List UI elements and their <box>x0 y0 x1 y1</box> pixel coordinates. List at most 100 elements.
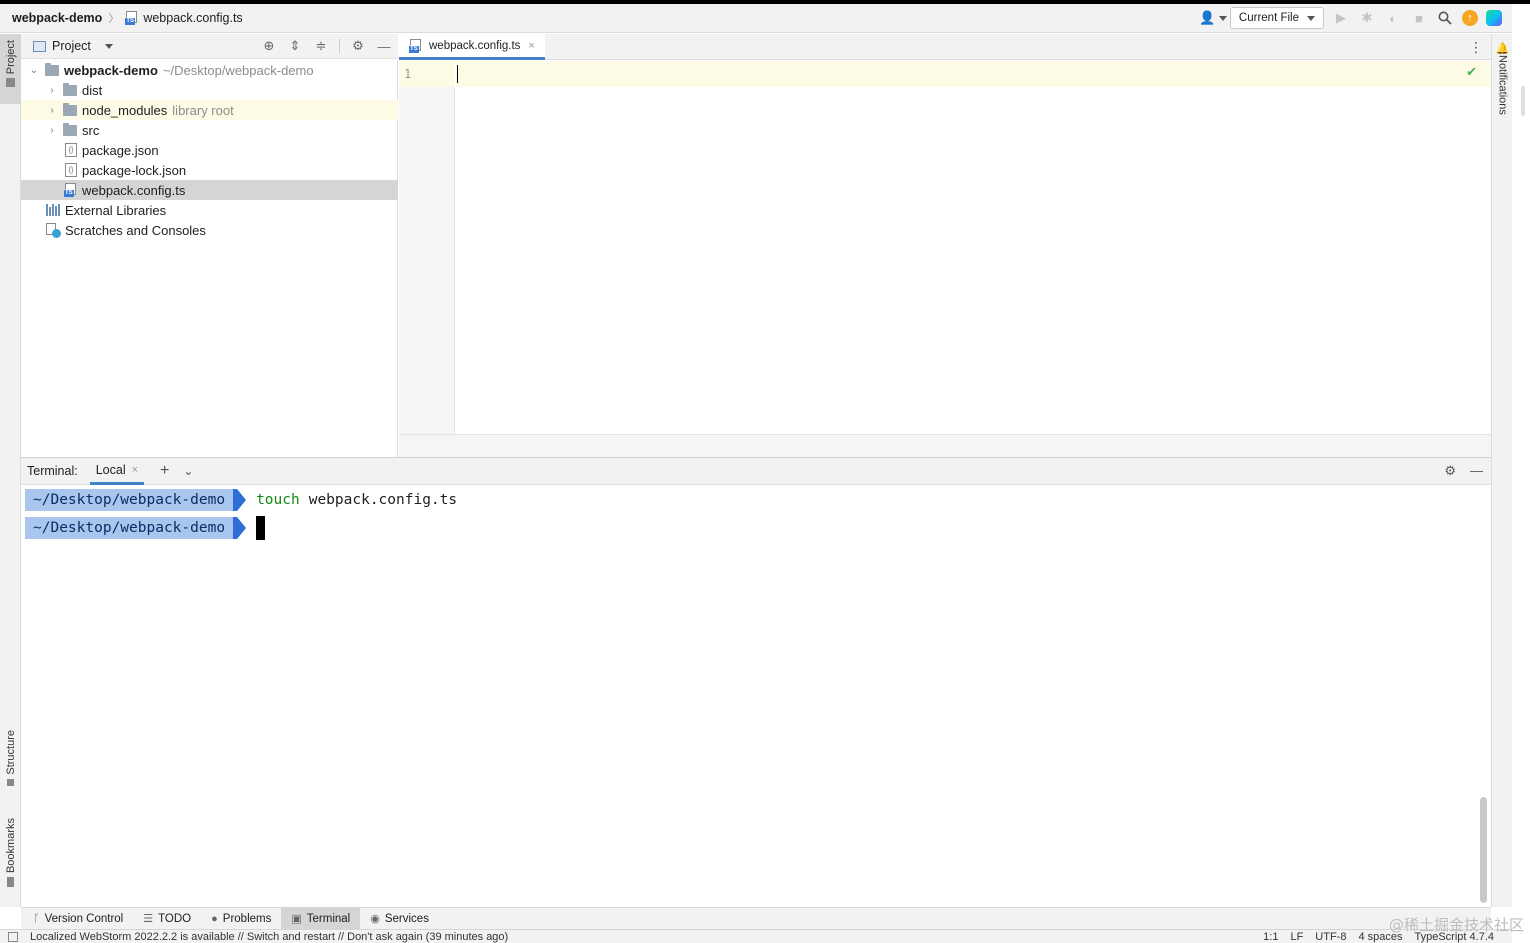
stop-icon[interactable]: ■ <box>1410 9 1428 27</box>
terminal-tools: ⚙ — <box>1444 463 1483 479</box>
outer-scrollbar <box>1521 86 1525 116</box>
tree-item-label: webpack-demo <box>64 62 158 78</box>
project-panel-header: Project ⊕ ⇕ ≑ ⚙ — <box>21 34 398 59</box>
user-icon[interactable]: 👤 <box>1199 9 1227 27</box>
hide-panel-icon[interactable]: — <box>1470 463 1483 479</box>
breadcrumb-file[interactable]: TS webpack.config.ts <box>125 11 243 25</box>
run-configuration-select[interactable]: Current File <box>1229 7 1324 29</box>
text-caret <box>457 65 458 83</box>
gear-icon[interactable]: ⚙ <box>350 38 366 54</box>
line-separator[interactable]: LF <box>1290 931 1303 943</box>
search-icon[interactable] <box>1436 9 1454 27</box>
folder-icon <box>63 102 77 116</box>
services-icon: ◉ <box>370 913 380 925</box>
tree-item-scratches[interactable]: Scratches and Consoles <box>21 220 398 240</box>
structure-tool-tab[interactable]: Structure <box>0 730 21 802</box>
tree-item-label: src <box>82 122 100 138</box>
tree-item-webpack-config[interactable]: TS webpack.config.ts <box>21 180 398 200</box>
folder-icon <box>63 122 77 136</box>
list-icon: ☰ <box>143 913 154 925</box>
project-tool-tab[interactable]: Project <box>0 34 21 104</box>
code-editor[interactable]: ✔ <box>456 61 1491 434</box>
tab-problems[interactable]: ● Problems <box>201 908 281 929</box>
project-tree: ⌄ webpack-demo ~/Desktop/webpack-demo › … <box>21 60 398 457</box>
right-tool-strip: 🔔 Notifications <box>1491 34 1512 907</box>
hide-panel-icon[interactable]: — <box>376 38 392 54</box>
chevron-down-icon[interactable]: ⌄ <box>183 464 193 478</box>
tree-item-package-json[interactable]: {} package.json <box>21 140 398 160</box>
notifications-tool-tab[interactable]: 🔔 Notifications <box>1492 42 1513 132</box>
run-icon[interactable]: ▶ <box>1332 9 1350 27</box>
toolbar-right: 👤 Current File ▶ ✱ ◐ ■ ↑ <box>1199 7 1502 29</box>
bell-icon: 🔔 <box>1495 43 1510 55</box>
tab-version-control[interactable]: ᚴ Version Control <box>23 908 133 929</box>
new-terminal-icon[interactable]: + <box>160 462 169 480</box>
tree-item-label: node_modules <box>82 102 168 118</box>
project-view-select[interactable]: Project <box>33 39 113 53</box>
info-icon: ● <box>211 912 218 925</box>
terminal-cursor <box>256 516 266 540</box>
tree-item-dist[interactable]: › dist <box>21 80 398 100</box>
tree-item-label: Scratches and Consoles <box>65 222 206 238</box>
tab-terminal[interactable]: ▣ Terminal <box>281 908 361 929</box>
locate-icon[interactable]: ⊕ <box>261 38 277 54</box>
update-icon[interactable]: ↑ <box>1462 10 1478 26</box>
collapse-all-icon[interactable]: ≑ <box>313 38 329 54</box>
folder-icon <box>6 78 15 88</box>
expand-all-icon[interactable]: ⇕ <box>287 38 303 54</box>
chevron-down-icon[interactable]: ⌄ <box>29 65 39 76</box>
status-bar: Localized WebStorm 2022.2.2 is available… <box>0 929 1512 943</box>
project-tool-tab-label: Project <box>4 40 17 75</box>
coverage-icon[interactable]: ◐ <box>1384 9 1402 27</box>
bookmarks-tool-tab-label: Bookmarks <box>4 818 17 874</box>
gear-icon[interactable]: ⚙ <box>1444 463 1456 479</box>
chevron-right-icon[interactable]: › <box>47 85 57 96</box>
tab-todo[interactable]: ☰ TODO <box>133 908 201 929</box>
editor-tab-webpack-config[interactable]: TS webpack.config.ts × <box>399 34 545 60</box>
typescript-file-icon: TS <box>125 11 139 25</box>
tab-services[interactable]: ◉ Services <box>360 908 439 929</box>
tree-item-external-libraries[interactable]: External Libraries <box>21 200 398 220</box>
line-number: 1 <box>399 61 455 87</box>
chevron-right-icon[interactable]: › <box>47 125 57 136</box>
jetbrains-logo-icon[interactable] <box>1486 10 1502 26</box>
tab-label: Terminal <box>306 912 351 925</box>
typescript-file-icon: TS <box>409 38 423 53</box>
navigation-bar: webpack-demo 〉 TS webpack.config.ts 👤 Cu… <box>0 4 1512 33</box>
tree-item-node-modules[interactable]: › node_modules library root <box>21 100 398 120</box>
terminal-prompt: ~/Desktop/webpack-demo <box>25 517 234 539</box>
prompt-arrow-icon <box>237 489 247 511</box>
tree-item-package-lock-json[interactable]: {} package-lock.json <box>21 160 398 180</box>
project-view-icon <box>33 40 46 52</box>
structure-icon <box>7 778 14 786</box>
structure-tool-tab-label: Structure <box>4 730 17 775</box>
status-toggle-icon[interactable] <box>8 932 18 942</box>
chevron-down-icon <box>104 43 113 49</box>
terminal-command-args: webpack.config.ts <box>308 492 458 508</box>
terminal-scrollbar[interactable] <box>1480 797 1487 903</box>
caret-position[interactable]: 1:1 <box>1263 931 1278 943</box>
branch-icon: ᚴ <box>33 912 40 925</box>
checkmark-icon: ✔ <box>1466 64 1477 79</box>
tree-item-src[interactable]: › src <box>21 120 398 140</box>
debug-icon[interactable]: ✱ <box>1358 9 1376 27</box>
tab-label: TODO <box>158 912 192 925</box>
chevron-down-icon <box>1307 15 1315 21</box>
terminal-output[interactable]: ~/Desktop/webpack-demo touch webpack.con… <box>21 486 1491 907</box>
more-options-icon[interactable]: ⋮ <box>1469 39 1483 56</box>
breadcrumb-project[interactable]: webpack-demo <box>12 11 102 25</box>
close-icon[interactable]: × <box>528 40 534 52</box>
tree-item-hint: ~/Desktop/webpack-demo <box>162 62 314 78</box>
terminal-line: ~/Desktop/webpack-demo touch webpack.con… <box>25 489 457 511</box>
terminal-tab-local[interactable]: Local × <box>89 458 145 485</box>
chevron-right-icon[interactable]: › <box>47 105 57 116</box>
file-encoding[interactable]: UTF-8 <box>1315 931 1346 943</box>
line-number-label: 1 <box>404 67 412 81</box>
status-message[interactable]: Localized WebStorm 2022.2.2 is available… <box>30 931 508 943</box>
bookmarks-tool-tab[interactable]: Bookmarks <box>0 818 21 898</box>
terminal-icon: ▣ <box>291 913 302 925</box>
json-file-icon: {} <box>65 163 77 177</box>
tree-item-root[interactable]: ⌄ webpack-demo ~/Desktop/webpack-demo <box>21 60 398 80</box>
close-icon[interactable]: × <box>132 464 138 476</box>
toolbar-divider <box>339 39 340 53</box>
